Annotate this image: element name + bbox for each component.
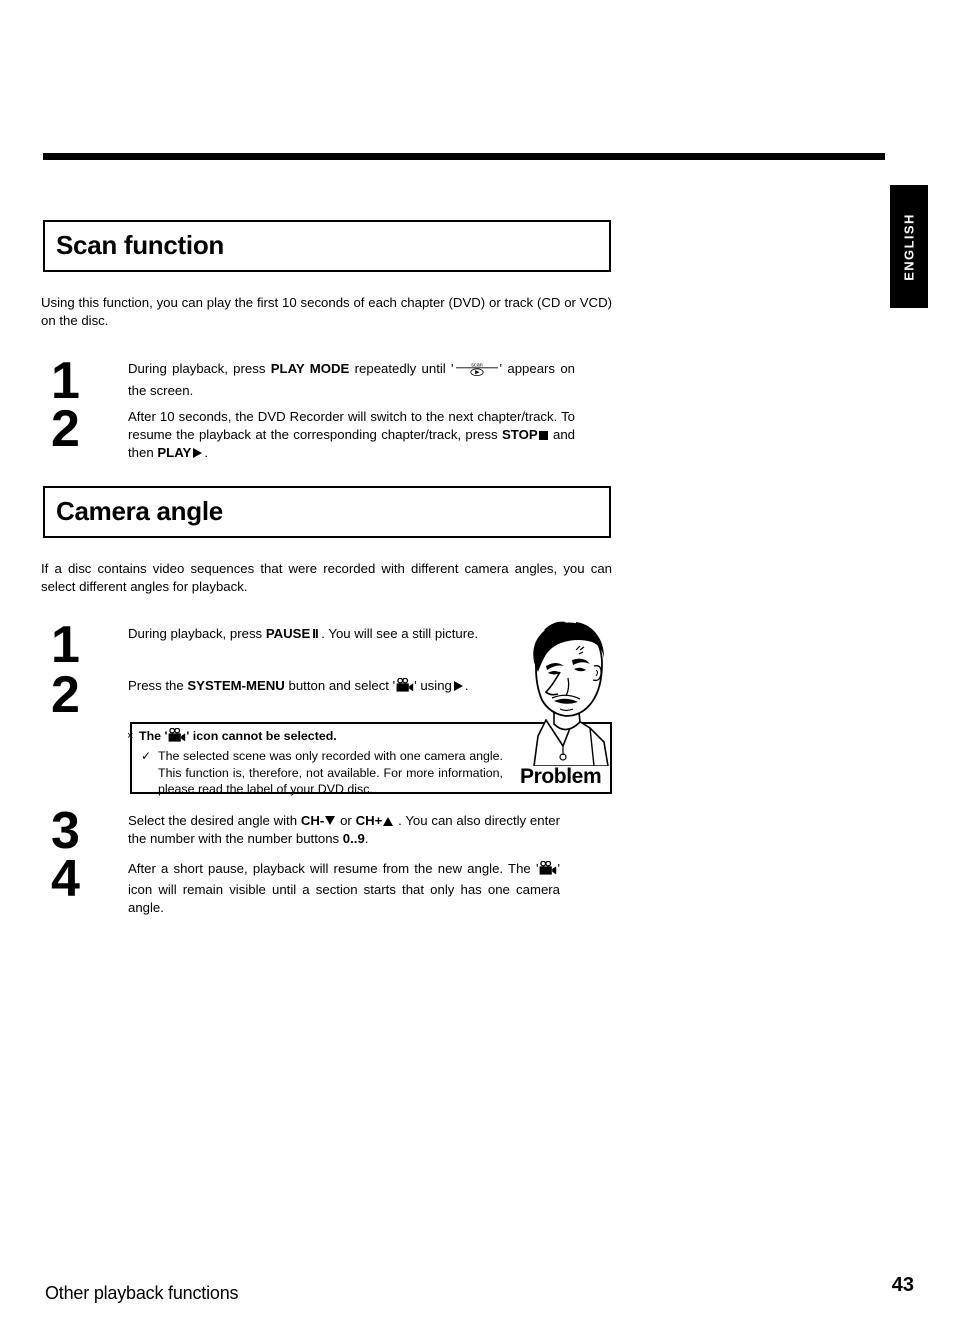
problem-answer-text: The selected scene was only recorded wit…	[158, 749, 503, 796]
step-text: After 10 seconds, the DVD Recorder will …	[128, 408, 575, 462]
problem-question-prefix: The '	[139, 729, 168, 743]
button-label-ch-down: CH-	[300, 813, 325, 828]
step-text: Press the SYSTEM-MENU button and select …	[128, 677, 558, 698]
step-text-part: During playback, press	[128, 361, 266, 376]
triangle-up-icon	[383, 816, 394, 826]
step-text-part: ' using	[414, 678, 452, 693]
problem-answer: ✓ The selected scene was only recorded wi…	[141, 748, 503, 798]
step-number: 4	[51, 850, 80, 908]
section-heading-camera-angle-title: Camera angle	[56, 496, 223, 526]
step-text: After a short pause, playback will resum…	[128, 860, 560, 917]
movie-camera-icon	[538, 860, 557, 881]
button-label-ch-up: CH+	[355, 813, 383, 828]
step-number: 2	[51, 400, 80, 458]
language-tab: ENGLISH	[890, 185, 928, 308]
button-label-number-range: 0..9	[342, 831, 365, 846]
button-label-pause: PAUSE	[265, 626, 311, 641]
step-text-part: . You will see a still picture.	[321, 626, 479, 641]
step-text-part: button and select '	[288, 678, 396, 693]
step-number: 2	[51, 666, 80, 724]
section-heading-scan-title: Scan function	[56, 230, 224, 260]
footer-section-name: Other playback functions	[45, 1283, 239, 1303]
problem-question: × The ' ' icon cannot be selected.	[127, 727, 337, 748]
step-text: During playback, press PLAY MODE repeate…	[128, 360, 575, 400]
step-text-part: .	[364, 831, 369, 846]
problem-label: Problem	[520, 765, 602, 788]
scan-icon: scan	[455, 360, 499, 382]
header-rule	[43, 153, 885, 160]
step-number: 3	[51, 802, 80, 860]
step-text: During playback, press PAUSE II . You wil…	[128, 625, 558, 643]
triangle-down-icon	[325, 815, 336, 825]
step-text-part: .	[204, 445, 208, 460]
section-heading-camera-angle: Camera angle	[43, 486, 611, 539]
button-label-system-menu: SYSTEM-MENU	[187, 678, 285, 693]
problem-question-suffix: ' icon cannot be selected.	[186, 729, 337, 743]
play-triangle-icon	[193, 448, 203, 458]
step-text-part: After a short pause, playback will resum…	[128, 861, 539, 876]
step-text-part: Select the desired angle with	[128, 813, 298, 828]
play-triangle-icon	[453, 681, 463, 691]
section-intro-scan: Using this function, you can play the fi…	[41, 295, 612, 328]
button-label-stop: STOP	[501, 427, 538, 442]
stop-square-icon	[538, 430, 548, 440]
check-mark-icon: ✓	[141, 749, 152, 763]
step-number: 1	[51, 352, 80, 410]
step-text-part: .	[464, 678, 469, 693]
step-text-part: or	[340, 813, 352, 828]
puzzled-man-illustration	[516, 616, 616, 767]
section-heading-scan: Scan function	[43, 220, 611, 273]
step-text-part: Press the	[128, 678, 184, 693]
button-label-play-mode: PLAY MODE	[270, 361, 350, 376]
section-intro-camera-angle: If a disc contains video sequences that …	[41, 561, 612, 594]
step-text-part: During playback, press	[128, 626, 263, 641]
language-tab-label: ENGLISH	[901, 212, 917, 281]
movie-camera-icon	[167, 727, 186, 748]
button-label-play: PLAY	[157, 445, 192, 460]
step-text: Select the desired angle with CH- or CH+…	[128, 812, 560, 848]
page-number: 43	[891, 1274, 914, 1296]
pause-bars-icon: II	[312, 626, 318, 641]
step-text-part: repeatedly until '	[354, 361, 454, 376]
movie-camera-icon	[395, 677, 414, 698]
step-number: 1	[51, 616, 80, 674]
x-mark-icon: ×	[127, 730, 134, 742]
